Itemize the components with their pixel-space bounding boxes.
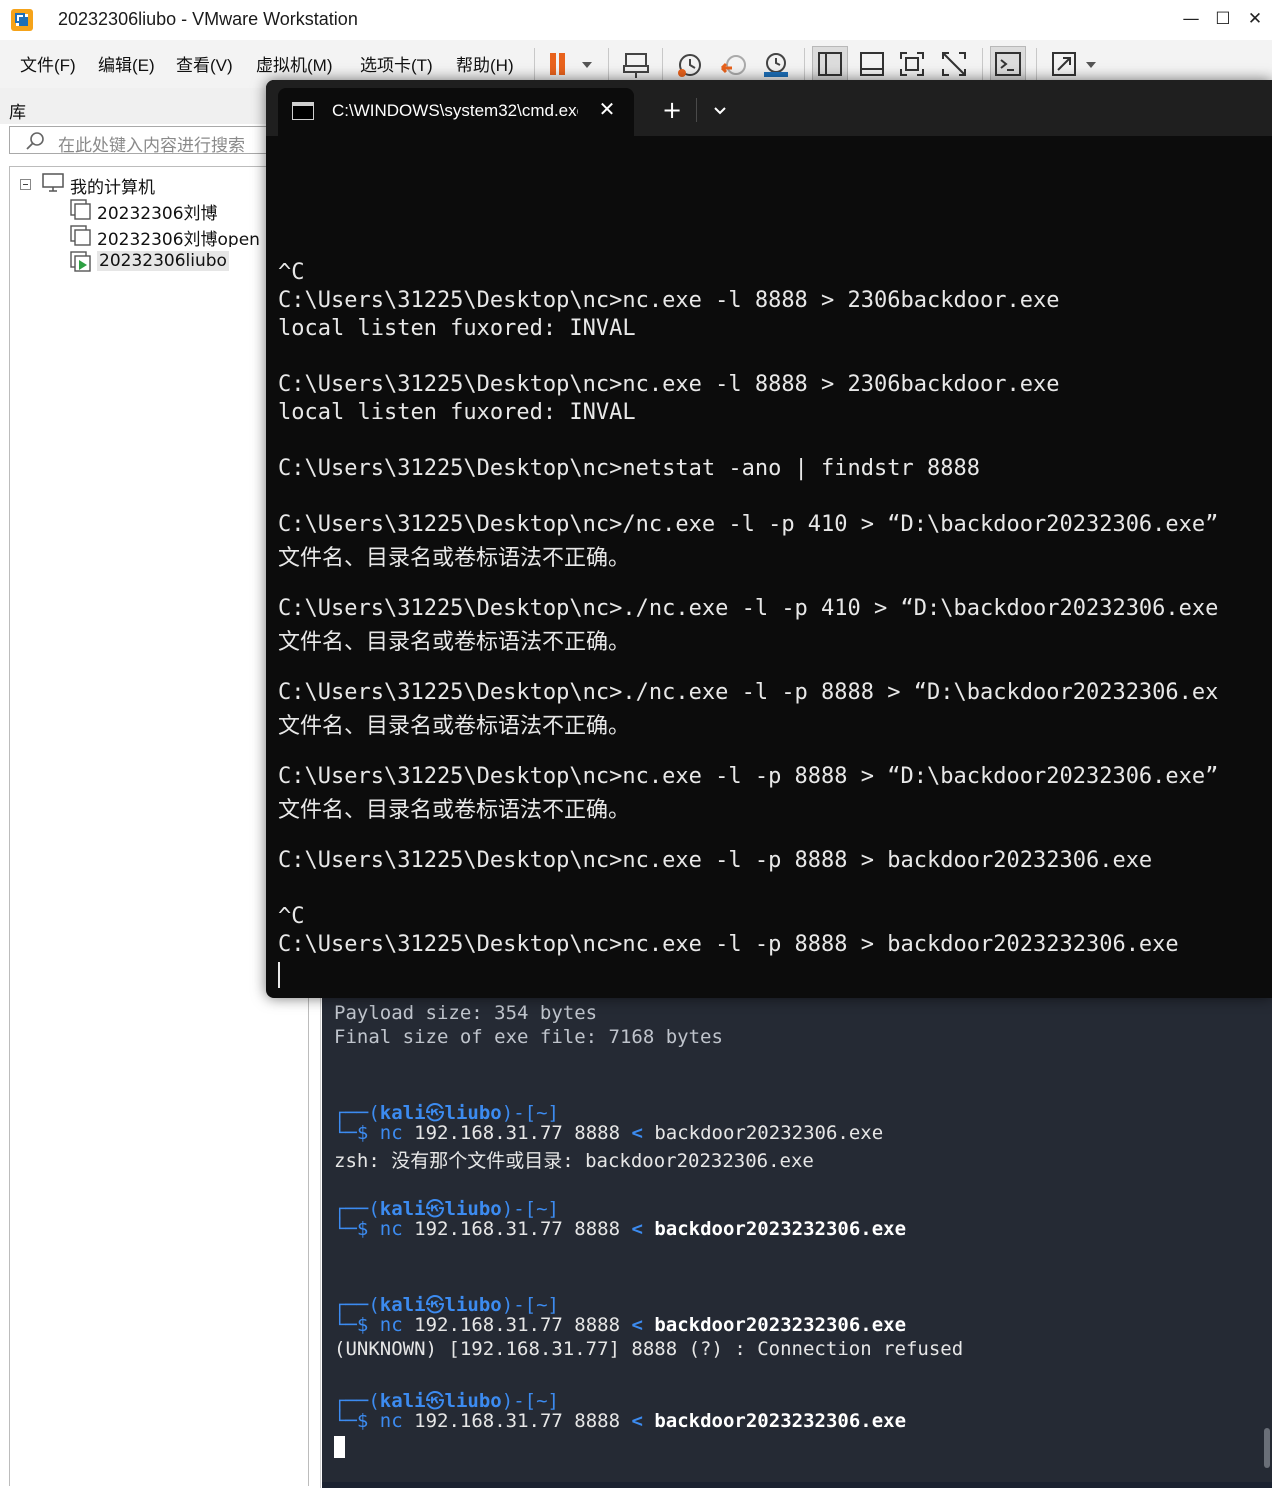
- cmd-tab[interactable]: C:\WINDOWS\system32\cmd.exe ✕: [278, 88, 634, 136]
- cmd-output-line: C:\Users\31225\Desktop\nc>nc.exe -l -p 8…: [278, 764, 1219, 789]
- cmd-output-line: C:\Users\31225\Desktop\nc>./nc.exe -l -p…: [278, 680, 1219, 705]
- cmd-output-line: C:\Users\31225\Desktop\nc>nc.exe -l -p 8…: [278, 932, 1179, 957]
- tree-item-vm-running[interactable]: 20232306liubo: [68, 249, 232, 273]
- vm-label: 20232306liubo: [97, 251, 229, 271]
- new-tab-button[interactable]: +: [656, 96, 688, 124]
- shell-command: └─$ nc 192.168.31.77 8888 < backdoor2023…: [334, 1122, 884, 1144]
- menu-tabs[interactable]: 选项卡(T): [360, 51, 433, 76]
- toolbar-separator: [804, 48, 805, 80]
- terminal-output-line: Final size of exe file: 7168 bytes: [334, 1026, 723, 1048]
- snapshot-manager-icon[interactable]: [758, 46, 794, 82]
- terminal-icon: [292, 102, 314, 120]
- chevron-down-icon[interactable]: [706, 96, 734, 124]
- library-search-input[interactable]: 在此处键入内容进行搜索: [9, 126, 309, 156]
- shell-command: └─$ nc 192.168.31.77 8888 < backdoor2023…: [334, 1218, 907, 1240]
- cmd-output-line: C:\Users\31225\Desktop\nc>nc.exe -l -p 8…: [278, 848, 1153, 873]
- console-icon[interactable]: [990, 46, 1026, 82]
- computer-icon: [42, 173, 64, 198]
- toolbar-separator: [662, 48, 663, 80]
- cmd-tab-title: C:\WINDOWS\system32\cmd.exe: [332, 101, 578, 120]
- toolbar-separator: [1036, 48, 1037, 80]
- menu-edit[interactable]: 编辑(E): [98, 51, 155, 76]
- collapse-toggle-icon[interactable]: [20, 179, 31, 190]
- terminal-output-line: (UNKNOWN) [192.168.31.77] 8888 (?) : Con…: [334, 1338, 964, 1360]
- menu-view[interactable]: 查看(V): [176, 51, 233, 76]
- menu-vm[interactable]: 虚拟机(M): [256, 51, 332, 76]
- menu-file[interactable]: 文件(F): [20, 51, 76, 76]
- vmware-logo-icon: [10, 8, 33, 31]
- cmd-output-line: ^C: [278, 260, 305, 285]
- scrollbar[interactable]: [1264, 1428, 1270, 1468]
- cmd-tab-bar: C:\WINDOWS\system32\cmd.exe ✕ +: [266, 80, 1272, 136]
- tab-separator: [696, 98, 697, 122]
- fullscreen-icon[interactable]: [894, 46, 930, 82]
- text-cursor: [334, 1436, 345, 1458]
- desktop-strip: [322, 1482, 1272, 1488]
- vm-label: 20232306刘博open: [97, 230, 260, 247]
- minimize-button[interactable]: —: [1174, 6, 1208, 32]
- terminal-output-line: Payload size: 354 bytes: [334, 1002, 598, 1024]
- pause-icon[interactable]: [544, 46, 602, 82]
- cmd-output-line: 文件名、目录名或卷标语法不正确。: [278, 546, 631, 571]
- shell-prompt: ┌──(kali㉿liubo)-[~]: [334, 1102, 559, 1124]
- terminal-output-line: zsh: 没有那个文件或目录: backdoor20232306.exe: [334, 1150, 814, 1172]
- cmd-output-line: C:\Users\31225\Desktop\nc>nc.exe -l 8888…: [278, 372, 1060, 397]
- cmd-output-line: C:\Users\31225\Desktop\nc>/nc.exe -l -p …: [278, 512, 1219, 537]
- cmd-output-line: C:\Users\31225\Desktop\nc>nc.exe -l 8888…: [278, 288, 1060, 313]
- title-bar: 20232306liubo - VMware Workstation — ☐ ✕: [0, 0, 1272, 40]
- snapshot-icon[interactable]: [672, 46, 708, 82]
- toolbar-separator: [534, 48, 535, 80]
- cmd-output-line: local listen fuxored: INVAL: [278, 316, 636, 341]
- close-tab-icon[interactable]: ✕: [594, 96, 620, 122]
- cmd-output-line: ^C: [278, 904, 305, 929]
- toolbar-separator: [982, 48, 983, 80]
- cmd-output: ^C C:\Users\31225\Desktop\nc>nc.exe -l 8…: [278, 136, 1272, 998]
- shell-command: └─$ nc 192.168.31.77 8888 < backdoor2023…: [334, 1314, 907, 1336]
- cmd-output-line: 文件名、目录名或卷标语法不正确。: [278, 798, 631, 823]
- kali-terminal[interactable]: Payload size: 354 bytes Final size of ex…: [322, 988, 1272, 1488]
- thumbnail-bar-icon[interactable]: [854, 46, 890, 82]
- search-icon: [24, 131, 46, 155]
- shell-prompt: ┌──(kali㉿liubo)-[~]: [334, 1294, 559, 1316]
- library-tree: 我的计算机 20232306刘博 20232306刘博open 20232306…: [9, 166, 309, 1486]
- window-title: 20232306liubo - VMware Workstation: [58, 9, 358, 29]
- search-placeholder: 在此处键入内容进行搜索: [58, 136, 245, 156]
- cmd-output-line: C:\Users\31225\Desktop\nc>netstat -ano |…: [278, 456, 980, 481]
- vm-icon: [70, 199, 92, 226]
- tree-root-label: 我的计算机: [70, 178, 155, 198]
- shell-prompt: ┌──(kali㉿liubo)-[~]: [334, 1198, 559, 1220]
- cmd-output-line: local listen fuxored: INVAL: [278, 400, 636, 425]
- cmd-output-line: C:\Users\31225\Desktop\nc>./nc.exe -l -p…: [278, 596, 1219, 621]
- text-cursor: [278, 962, 280, 988]
- shell-prompt: ┌──(kali㉿liubo)-[~]: [334, 1390, 559, 1412]
- stretch-icon[interactable]: [1046, 46, 1104, 82]
- revert-snapshot-icon[interactable]: [716, 46, 752, 82]
- cmd-output-line: 文件名、目录名或卷标语法不正确。: [278, 630, 631, 655]
- toolbar-separator: [608, 48, 609, 80]
- library-view-icon[interactable]: [812, 46, 848, 82]
- vm-running-icon: [70, 251, 92, 278]
- vm-label: 20232306刘博: [97, 204, 218, 224]
- close-button[interactable]: ✕: [1238, 6, 1272, 32]
- shell-command: └─$ nc 192.168.31.77 8888 < backdoor2023…: [334, 1410, 907, 1432]
- menu-help[interactable]: 帮助(H): [456, 51, 514, 76]
- tree-item-my-computer[interactable]: 我的计算机: [10, 171, 310, 198]
- unity-icon[interactable]: [936, 46, 972, 82]
- maximize-button[interactable]: ☐: [1206, 6, 1240, 32]
- cmd-output-line: 文件名、目录名或卷标语法不正确。: [278, 714, 631, 739]
- vm-icon: [70, 225, 92, 247]
- library-label: 库: [9, 103, 26, 123]
- cmd-window[interactable]: C:\WINDOWS\system32\cmd.exe ✕ + ^C C:\Us…: [266, 80, 1272, 998]
- send-ctrl-alt-del-icon[interactable]: [618, 46, 654, 82]
